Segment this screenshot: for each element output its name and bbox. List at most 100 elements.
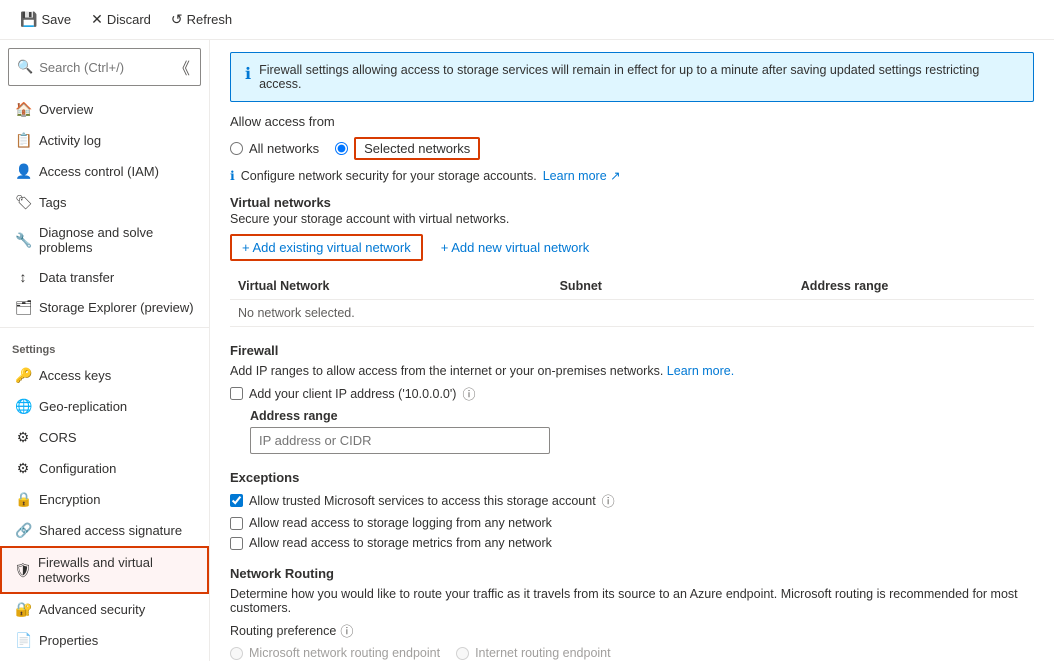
virtual-networks-title: Virtual networks xyxy=(230,195,1034,210)
configure-info: ℹ Configure network security for your st… xyxy=(230,168,1034,183)
cors-icon: ⚙ xyxy=(15,429,31,446)
table-empty-message: No network selected. xyxy=(230,300,1034,327)
exceptions-section: Exceptions Allow trusted Microsoft servi… xyxy=(230,470,1034,550)
main-container: 🔍 《 🏠 Overview 📋 Activity log 👤 Access c… xyxy=(0,40,1054,661)
col-header-vnet: Virtual Network xyxy=(230,273,552,300)
activity-log-icon: 📋 xyxy=(15,132,31,149)
discard-button[interactable]: ✕ Discard xyxy=(83,7,159,32)
all-networks-option[interactable]: All networks xyxy=(230,141,319,156)
sidebar-item-access-control[interactable]: 👤 Access control (IAM) xyxy=(0,156,209,187)
add-new-vnet-button[interactable]: + Add new virtual network xyxy=(431,234,600,261)
tags-icon: 🏷 xyxy=(15,194,31,211)
firewall-title: Firewall xyxy=(230,343,1034,358)
refresh-icon: ↺ xyxy=(171,11,183,28)
access-radio-group: All networks Selected networks xyxy=(230,137,1034,160)
sidebar-item-access-keys[interactable]: 🔑 Access keys xyxy=(0,360,209,391)
learn-more-link[interactable]: Learn more ↗ xyxy=(543,168,621,183)
routing-section: Network Routing Determine how you would … xyxy=(230,566,1034,661)
sidebar-item-geo-replication[interactable]: 🌐 Geo-replication xyxy=(0,391,209,422)
sidebar-item-locks[interactable]: 🔒 Locks xyxy=(0,656,209,661)
internet-routing-radio xyxy=(456,647,469,660)
storage-explorer-icon: 🗂 xyxy=(15,299,31,316)
content-inner: Allow access from All networks Selected … xyxy=(210,114,1054,661)
sidebar-item-encryption[interactable]: 🔒 Encryption xyxy=(0,484,209,515)
routing-pref-label: Routing preference ⓘ xyxy=(230,621,1034,640)
add-existing-vnet-button[interactable]: + Add existing virtual network xyxy=(230,234,423,261)
client-ip-checkbox[interactable] xyxy=(230,387,243,400)
virtual-networks-sub: Secure your storage account with virtual… xyxy=(230,212,1034,226)
sidebar-item-diagnose[interactable]: 🔧 Diagnose and solve problems xyxy=(0,218,209,262)
vnet-actions: + Add existing virtual network + Add new… xyxy=(230,234,1034,261)
configure-info-icon: ℹ xyxy=(230,168,235,183)
info-banner-icon: ℹ xyxy=(245,64,251,84)
data-transfer-icon: ↕ xyxy=(15,269,31,285)
access-keys-icon: 🔑 xyxy=(15,367,31,384)
selected-networks-radio[interactable] xyxy=(335,142,348,155)
info-banner: ℹ Firewall settings allowing access to s… xyxy=(230,52,1034,102)
sidebar-item-shared-access[interactable]: 🔗 Shared access signature xyxy=(0,515,209,546)
sidebar-item-overview[interactable]: 🏠 Overview xyxy=(0,94,209,125)
firewall-desc: Add IP ranges to allow access from the i… xyxy=(230,364,1034,378)
sidebar-item-configuration[interactable]: ⚙ Configuration xyxy=(0,453,209,484)
exception2-checkbox[interactable] xyxy=(230,517,243,530)
sidebar-item-advanced-security[interactable]: 🔐 Advanced security xyxy=(0,594,209,625)
exception1-checkbox[interactable] xyxy=(230,494,243,507)
shared-access-icon: 🔗 xyxy=(15,522,31,539)
selected-networks-label: Selected networks xyxy=(354,137,480,160)
exception3-checkbox[interactable] xyxy=(230,537,243,550)
content-area: ℹ Firewall settings allowing access to s… xyxy=(210,40,1054,661)
search-box[interactable]: 🔍 《 xyxy=(8,48,201,86)
allow-access-label: Allow access from xyxy=(230,114,1034,129)
address-range-label: Address range xyxy=(250,409,1034,423)
search-input[interactable] xyxy=(39,60,166,75)
ms-routing-option[interactable]: Microsoft network routing endpoint xyxy=(230,646,440,660)
exception2-row: Allow read access to storage logging fro… xyxy=(230,516,1034,530)
client-ip-info-icon: ⓘ xyxy=(462,384,475,403)
toolbar: 💾 Save ✕ Discard ↺ Refresh xyxy=(0,0,1054,40)
vnet-table: Virtual Network Subnet Address range No … xyxy=(230,273,1034,327)
routing-pref-info-icon: ⓘ xyxy=(340,621,353,640)
col-header-addr-range: Address range xyxy=(793,273,1034,300)
refresh-button[interactable]: ↺ Refresh xyxy=(163,7,240,32)
save-button[interactable]: 💾 Save xyxy=(12,7,79,32)
internet-routing-option[interactable]: Internet routing endpoint xyxy=(456,646,611,660)
selected-networks-option[interactable]: Selected networks xyxy=(335,137,480,160)
sidebar-item-tags[interactable]: 🏷 Tags xyxy=(0,187,209,218)
sidebar-item-storage-explorer[interactable]: 🗂 Storage Explorer (preview) xyxy=(0,292,209,323)
exception1-row: Allow trusted Microsoft services to acce… xyxy=(230,491,1034,510)
sidebar-item-firewalls[interactable]: 🛡 Firewalls and virtual networks xyxy=(0,546,209,594)
encryption-icon: 🔒 xyxy=(15,491,31,508)
ms-routing-radio xyxy=(230,647,243,660)
routing-desc: Determine how you would like to route yo… xyxy=(230,587,1034,615)
routing-title: Network Routing xyxy=(230,566,1034,581)
exceptions-title: Exceptions xyxy=(230,470,1034,485)
exception1-info-icon: ⓘ xyxy=(602,491,615,510)
settings-section-label: Settings xyxy=(0,332,209,360)
table-empty-row: No network selected. xyxy=(230,300,1034,327)
sidebar-item-properties[interactable]: 📄 Properties xyxy=(0,625,209,656)
address-range-input[interactable] xyxy=(250,427,550,454)
sidebar-item-cors[interactable]: ⚙ CORS xyxy=(0,422,209,453)
firewalls-icon: 🛡 xyxy=(14,562,30,579)
configuration-icon: ⚙ xyxy=(15,460,31,477)
sidebar-item-data-transfer[interactable]: ↕ Data transfer xyxy=(0,262,209,292)
save-icon: 💾 xyxy=(20,11,37,28)
access-control-icon: 👤 xyxy=(15,163,31,180)
collapse-button[interactable]: 《 xyxy=(172,53,192,81)
firewall-learn-more-link[interactable]: Learn more. xyxy=(667,364,734,378)
geo-replication-icon: 🌐 xyxy=(15,398,31,415)
properties-icon: 📄 xyxy=(15,632,31,649)
client-ip-checkbox-row: Add your client IP address ('10.0.0.0') … xyxy=(230,384,1034,403)
sidebar-item-activity-log[interactable]: 📋 Activity log xyxy=(0,125,209,156)
allow-access-from-section: Allow access from All networks Selected … xyxy=(230,114,1034,160)
routing-radio-group: Microsoft network routing endpoint Inter… xyxy=(230,646,1034,660)
advanced-security-icon: 🔐 xyxy=(15,601,31,618)
search-icon: 🔍 xyxy=(17,59,33,75)
exception3-row: Allow read access to storage metrics fro… xyxy=(230,536,1034,550)
col-header-subnet: Subnet xyxy=(552,273,793,300)
firewall-section: Firewall Add IP ranges to allow access f… xyxy=(230,343,1034,454)
diagnose-icon: 🔧 xyxy=(15,232,31,249)
all-networks-radio[interactable] xyxy=(230,142,243,155)
discard-icon: ✕ xyxy=(91,11,103,28)
overview-icon: 🏠 xyxy=(15,101,31,118)
